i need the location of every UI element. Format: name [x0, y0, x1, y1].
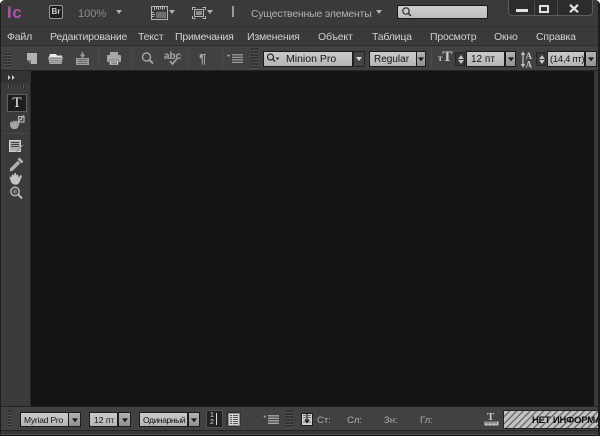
svg-text:T: T [487, 411, 495, 423]
svg-text:A: A [526, 60, 533, 69]
